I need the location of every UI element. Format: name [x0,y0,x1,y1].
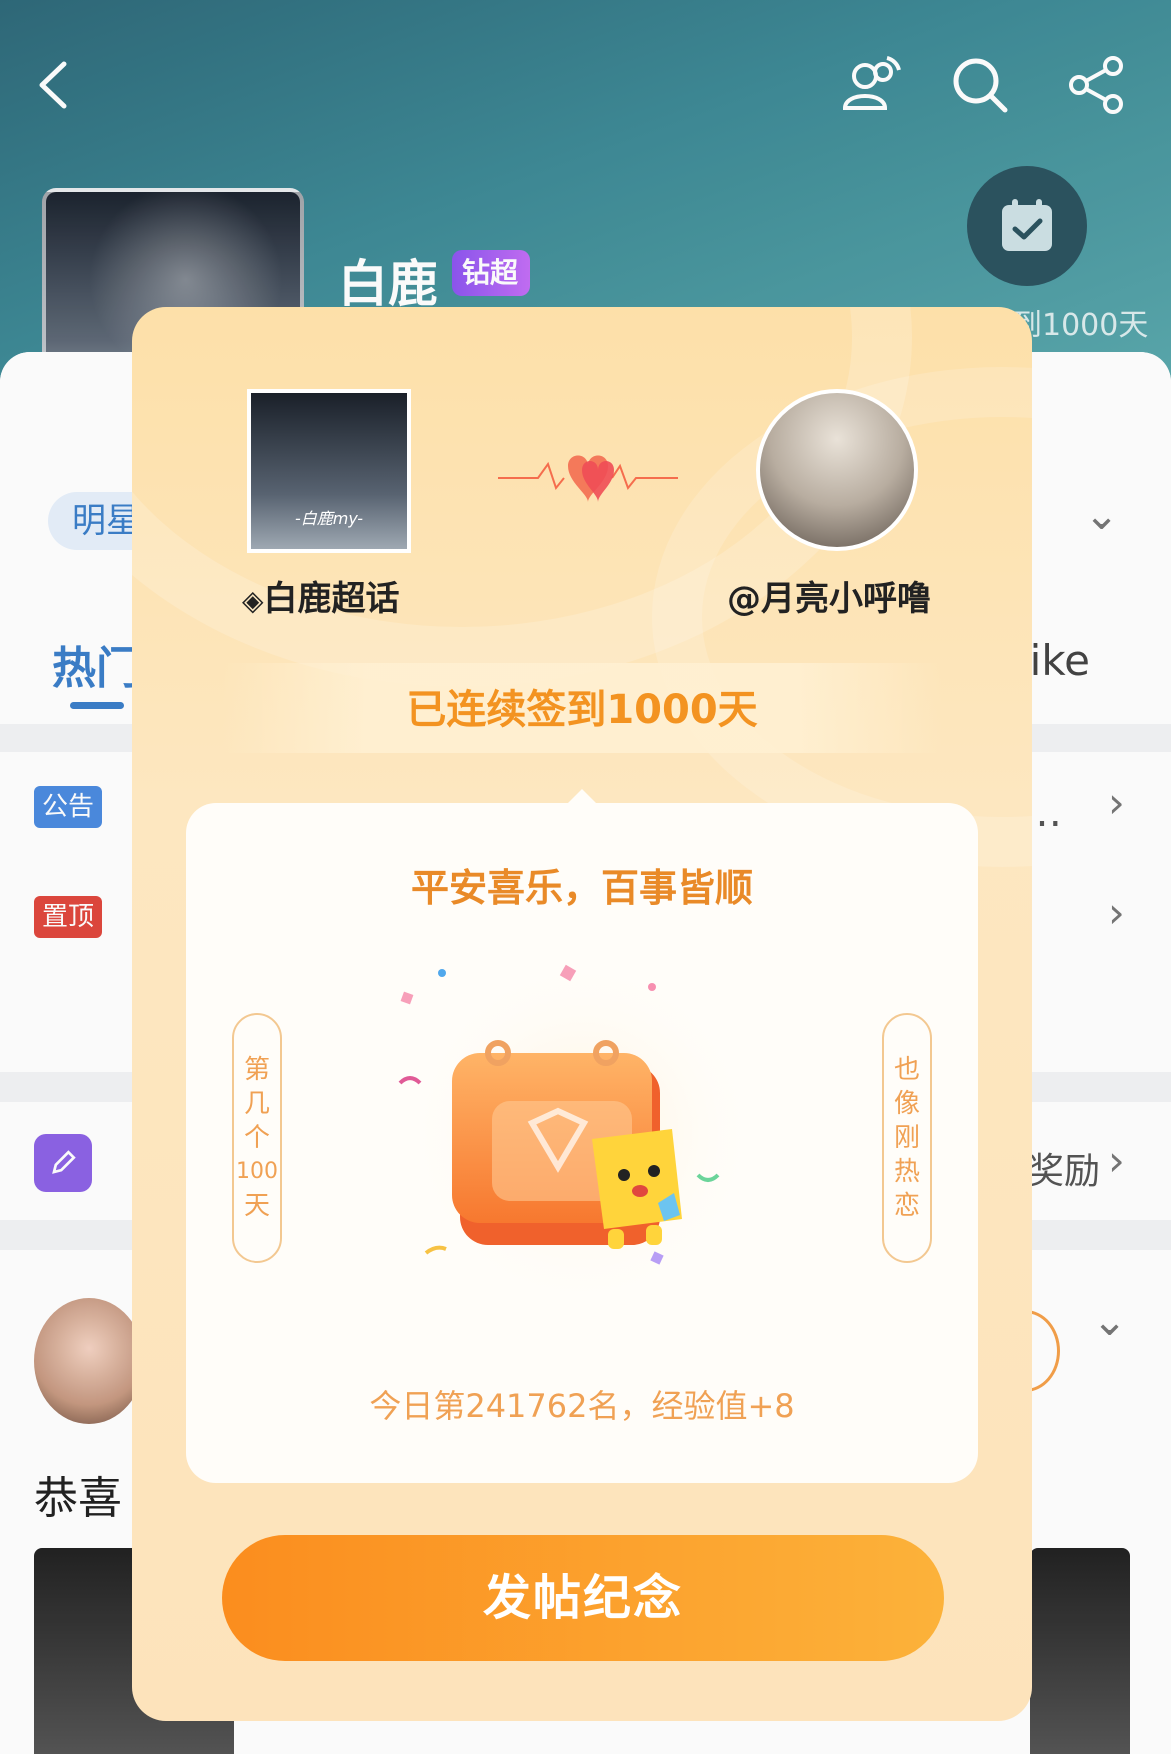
checkin-modal: -白鹿my- ◈白鹿超话 @月亮小呼噜 已连续签到1000天 平安喜乐，百事皆顺… [132,307,1032,1721]
cover-caption: -白鹿my- [294,509,364,528]
heart-pulse-icon [498,455,678,502]
user-avatar [756,389,918,551]
community-avatar: -白鹿my- [247,389,411,553]
community-name: ◈白鹿超话 [242,579,400,619]
user-handle: @月亮小呼噜 [727,579,931,619]
blessing-card: 平安喜乐，百事皆顺 第几个 100 天 也像刚热恋 今日第241762名，经验值… [186,803,978,1483]
post-commemorate-button[interactable]: 发帖纪念 [222,1535,944,1661]
blessing-text: 平安喜乐，百事皆顺 [410,866,753,910]
diamond-icon: ◈ [242,584,264,617]
right-vertical-tag: 也像刚热恋 [882,1013,932,1263]
left-vertical-tag: 第几个 100 天 [232,1013,282,1263]
streak-text: 已连续签到1000天 [406,687,758,733]
calendar-mascot-illustration [398,958,757,1308]
rank-text: 今日第241762名，经验值+8 [369,1387,795,1425]
